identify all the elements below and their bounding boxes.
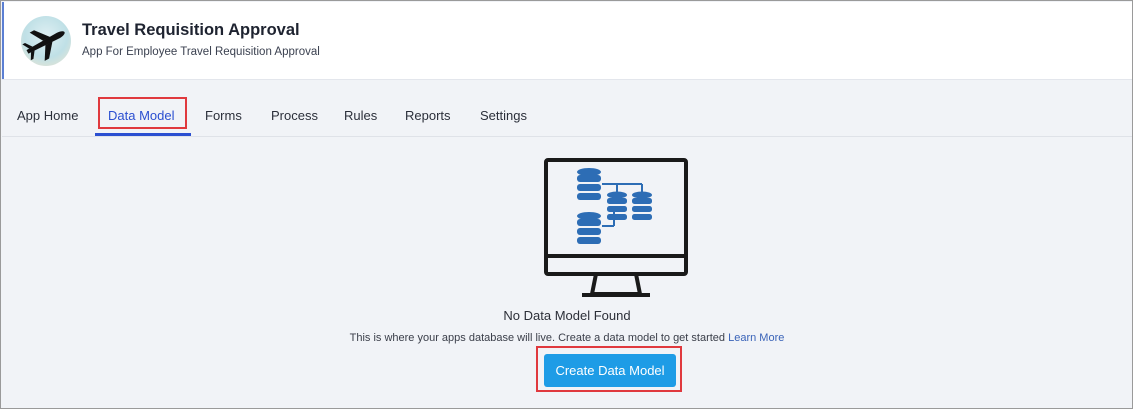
tab-reports[interactable]: Reports: [405, 95, 451, 136]
active-tab-indicator: [95, 133, 191, 136]
tab-data-model[interactable]: Data Model: [108, 95, 174, 136]
tab-settings[interactable]: Settings: [480, 95, 527, 136]
app-window: Travel Requisition Approval App For Empl…: [0, 0, 1133, 409]
tab-app-home[interactable]: App Home: [17, 95, 78, 136]
tab-bar: App Home Data Model Forms Process Rules …: [2, 95, 1132, 137]
tab-process[interactable]: Process: [271, 95, 318, 136]
learn-more-link[interactable]: Learn More: [728, 332, 784, 344]
empty-state-description: This is where your apps database will li…: [2, 332, 1132, 344]
app-header: Travel Requisition Approval App For Empl…: [2, 2, 1132, 80]
monitor-database-icon: [544, 158, 688, 297]
empty-state-description-text: This is where your apps database will li…: [349, 332, 726, 344]
app-subtitle: App For Employee Travel Requisition Appr…: [82, 46, 320, 58]
empty-state-title: No Data Model Found: [503, 308, 631, 323]
tab-rules[interactable]: Rules: [344, 95, 377, 136]
tab-forms[interactable]: Forms: [205, 95, 242, 136]
left-accent-bar: [2, 2, 4, 79]
main-content: No Data Model Found This is where your a…: [2, 138, 1132, 408]
app-title: Travel Requisition Approval: [82, 21, 300, 39]
create-data-model-button[interactable]: Create Data Model: [544, 354, 676, 387]
airplane-icon: [21, 16, 71, 66]
